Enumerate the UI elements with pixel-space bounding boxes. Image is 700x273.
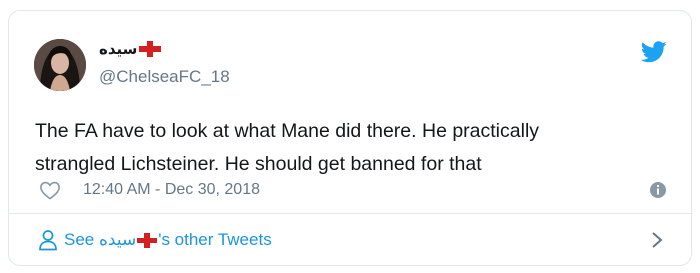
user-handle[interactable]: @ChelseaFC_18 [99,67,230,87]
heart-icon[interactable] [39,180,61,200]
tweet-text: The FA have to look at what Mane did the… [35,115,655,181]
chevron-right-icon[interactable] [651,231,663,249]
tweet-meta: 12:40 AM - Dec 30, 2018 [35,178,675,202]
see-label: See [64,230,95,249]
england-flag-icon [139,41,162,57]
see-other-tweets-text: See سيده 's other Tweets [64,230,272,250]
display-name-text: سيده [99,41,138,58]
display-name[interactable]: سيده [99,37,162,61]
tweet-text-line-2: strangled Lichsteiner. He should get ban… [35,153,482,175]
footer-suffix: 's other Tweets [158,230,272,249]
twitter-bird-icon[interactable] [641,41,667,63]
footer-user-name: سيده [98,230,137,249]
tweet-timestamp[interactable]: 12:40 AM - Dec 30, 2018 [83,181,260,199]
person-icon [39,230,57,251]
tweet-header: سيده @ChelseaFC_18 [9,11,691,103]
info-icon[interactable] [649,181,667,199]
tweet-text-line-1: The FA have to look at what Mane did the… [35,120,540,142]
tweet-card: سيده @ChelseaFC_18 The FA have to look a… [8,10,692,266]
avatar[interactable] [34,39,86,91]
england-flag-icon [137,232,158,248]
see-other-tweets-link[interactable]: See سيده 's other Tweets [9,214,691,266]
